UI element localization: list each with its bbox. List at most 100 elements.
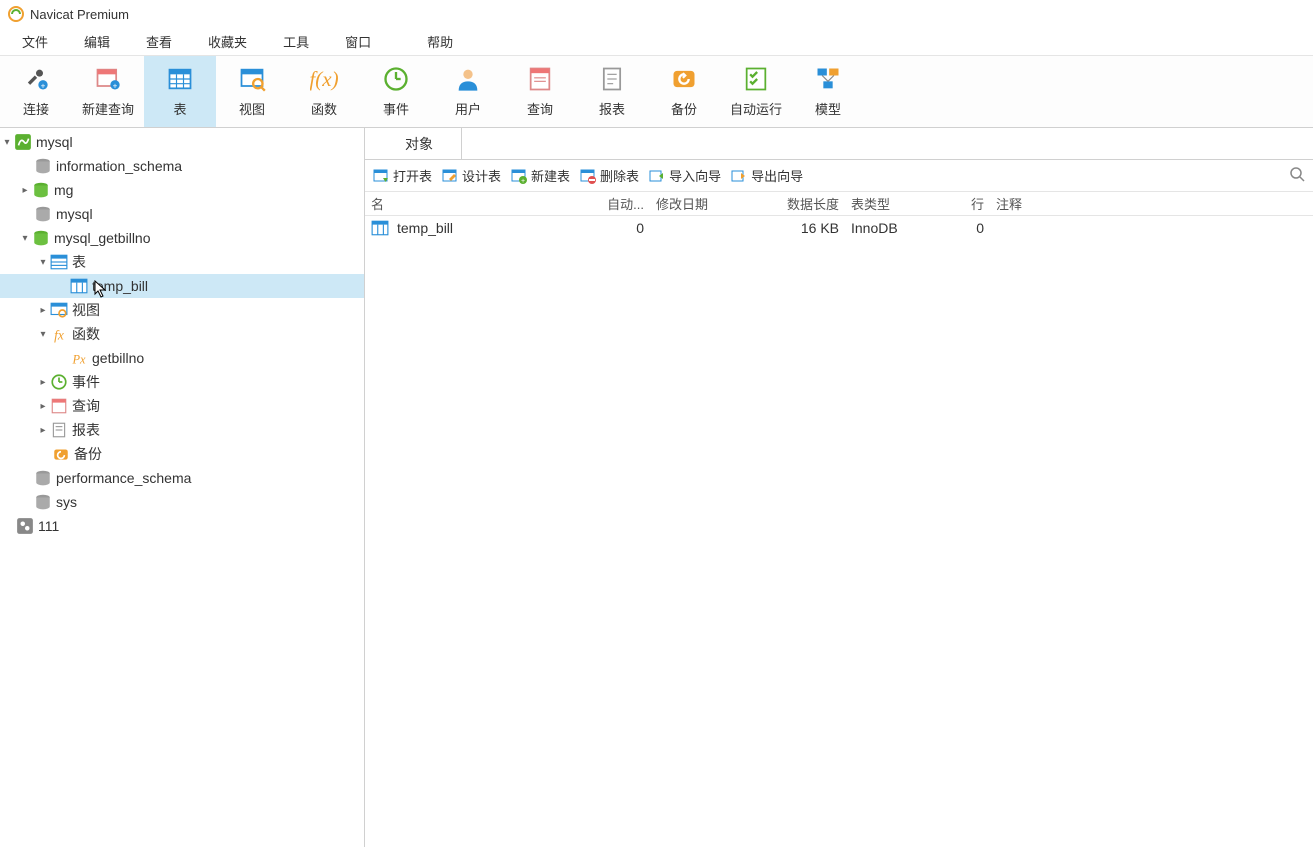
tree-db-mysql[interactable]: mysql: [0, 202, 364, 226]
col-header-comment[interactable]: 注释: [990, 194, 1313, 213]
chevron-down-icon[interactable]: ▾: [18, 231, 32, 245]
tool-table[interactable]: 表: [144, 56, 216, 127]
query-icon: [526, 65, 554, 93]
cell-rows: 0: [945, 220, 990, 236]
chevron-down-icon[interactable]: ▾: [36, 327, 50, 341]
menu-file[interactable]: 文件: [4, 28, 66, 55]
delete-table-icon: [580, 168, 596, 184]
tool-report[interactable]: 报表: [576, 56, 648, 127]
events-folder-icon: [50, 373, 68, 391]
tool-autorun[interactable]: 自动运行: [720, 56, 792, 127]
svg-text:+: +: [113, 81, 118, 90]
btn-new-table[interactable]: +新建表: [511, 166, 570, 185]
tree-folder-functions[interactable]: ▾ fx 函数: [0, 322, 364, 346]
import-icon: [649, 168, 665, 184]
chevron-right-icon[interactable]: ▸: [36, 303, 50, 317]
tab-objects[interactable]: 对象: [377, 128, 462, 159]
menu-window[interactable]: 窗口: [327, 28, 389, 55]
col-header-rows[interactable]: 行: [945, 194, 990, 213]
tree-db-sys[interactable]: sys: [0, 490, 364, 514]
menubar: 文件 编辑 查看 收藏夹 工具 窗口 帮助: [0, 28, 1313, 56]
queries-folder-icon: [50, 397, 68, 415]
report-icon: [598, 65, 626, 93]
table-item-icon: [371, 219, 389, 237]
app-icon: [8, 6, 24, 22]
tabbar: 对象: [365, 128, 1313, 160]
function-icon: f(x): [310, 65, 338, 93]
database-icon: [34, 469, 52, 487]
chevron-down-icon[interactable]: ▾: [0, 135, 14, 149]
generic-conn-icon: [16, 517, 34, 535]
tree-connection-mysql[interactable]: ▾ mysql: [0, 130, 364, 154]
tool-function[interactable]: f(x) 函数: [288, 56, 360, 127]
tree-db-getbillno[interactable]: ▾ mysql_getbillno: [0, 226, 364, 250]
btn-import-wizard[interactable]: 导入向导: [649, 166, 721, 185]
tool-connect[interactable]: + 连接: [0, 56, 72, 127]
database-icon: [34, 205, 52, 223]
tree-function-getbillno[interactable]: Px getbillno: [0, 346, 364, 370]
views-folder-icon: [50, 301, 68, 319]
object-toolbar: 打开表 设计表 +新建表 删除表 导入向导 导出向导: [365, 160, 1313, 192]
col-header-type[interactable]: 表类型: [845, 194, 945, 213]
menu-tools[interactable]: 工具: [265, 28, 327, 55]
col-header-modified[interactable]: 修改日期: [650, 194, 780, 213]
tree-db-mg[interactable]: ▸ mg: [0, 178, 364, 202]
menu-favorites[interactable]: 收藏夹: [190, 28, 265, 55]
functions-folder-icon: fx: [50, 325, 68, 343]
tool-backup[interactable]: 备份: [648, 56, 720, 127]
main-panel: 对象 打开表 设计表 +新建表 删除表 导入向导 导出向导 名 自动... 修改…: [365, 128, 1313, 847]
svg-text:fx: fx: [54, 328, 64, 343]
chevron-right-icon[interactable]: ▸: [36, 423, 50, 437]
col-header-name[interactable]: 名: [365, 194, 595, 213]
chevron-down-icon[interactable]: ▾: [36, 255, 50, 269]
tables-folder-icon: [50, 253, 68, 271]
tool-model[interactable]: 模型: [792, 56, 864, 127]
menu-edit[interactable]: 编辑: [66, 28, 128, 55]
app-title: Navicat Premium: [30, 7, 129, 22]
menu-help[interactable]: 帮助: [409, 28, 471, 55]
chevron-right-icon[interactable]: ▸: [36, 399, 50, 413]
tool-user[interactable]: 用户: [432, 56, 504, 127]
search-icon[interactable]: [1289, 166, 1305, 185]
tree-table-temp-bill[interactable]: temp_bill: [0, 274, 364, 298]
backups-folder-icon: [52, 445, 70, 463]
tool-query[interactable]: 查询: [504, 56, 576, 127]
tree-folder-tables[interactable]: ▾ 表: [0, 250, 364, 274]
tool-newquery[interactable]: + 新建查询: [72, 56, 144, 127]
table-icon: [166, 65, 194, 93]
export-icon: [731, 168, 747, 184]
chevron-right-icon[interactable]: ▸: [18, 183, 32, 197]
menu-view[interactable]: 查看: [128, 28, 190, 55]
tool-view[interactable]: 视图: [216, 56, 288, 127]
table-list-header: 名 自动... 修改日期 数据长度 表类型 行 注释: [365, 192, 1313, 216]
tree-folder-views[interactable]: ▸ 视图: [0, 298, 364, 322]
tree-db-performance-schema[interactable]: performance_schema: [0, 466, 364, 490]
clock-icon: [382, 65, 410, 93]
svg-text:Px: Px: [71, 353, 86, 367]
col-header-auto[interactable]: 自动...: [595, 194, 650, 213]
tree-folder-reports[interactable]: ▸ 报表: [0, 418, 364, 442]
cell-auto: 0: [595, 220, 650, 236]
database-icon: [32, 229, 50, 247]
tool-event[interactable]: 事件: [360, 56, 432, 127]
svg-text:+: +: [521, 178, 525, 184]
design-table-icon: [442, 168, 458, 184]
tree-db-information-schema[interactable]: information_schema: [0, 154, 364, 178]
tree-folder-queries[interactable]: ▸ 查询: [0, 394, 364, 418]
open-table-icon: [373, 168, 389, 184]
btn-open-table[interactable]: 打开表: [373, 166, 432, 185]
tree-folder-events[interactable]: ▸ 事件: [0, 370, 364, 394]
col-header-size[interactable]: 数据长度: [780, 194, 845, 213]
tree-connection-111[interactable]: 111: [0, 514, 364, 538]
chevron-right-icon[interactable]: ▸: [36, 375, 50, 389]
btn-export-wizard[interactable]: 导出向导: [731, 166, 803, 185]
table-row[interactable]: temp_bill 0 16 KB InnoDB 0: [365, 216, 1313, 240]
tree-folder-backups[interactable]: 备份: [0, 442, 364, 466]
procedure-icon: Px: [70, 349, 88, 367]
btn-design-table[interactable]: 设计表: [442, 166, 501, 185]
backup-icon: [670, 65, 698, 93]
connection-tree[interactable]: ▾ mysql information_schema ▸ mg mysql ▾ …: [0, 128, 365, 847]
database-icon: [34, 493, 52, 511]
newquery-icon: +: [94, 65, 122, 93]
btn-delete-table[interactable]: 删除表: [580, 166, 639, 185]
